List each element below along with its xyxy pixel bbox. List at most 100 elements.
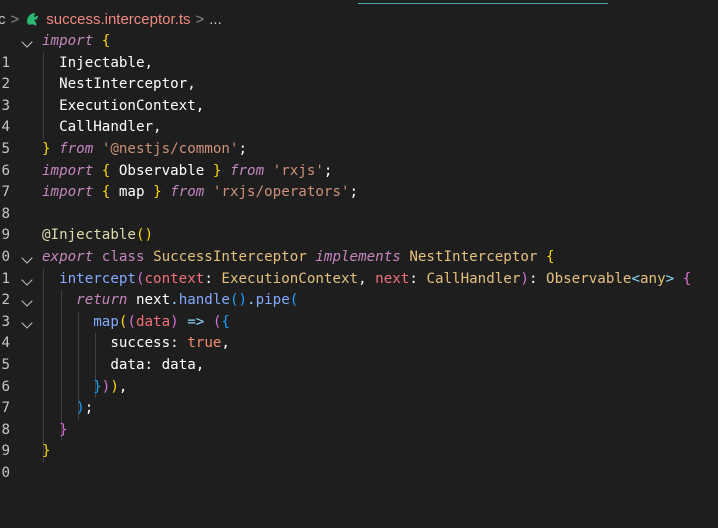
bracket: ( <box>289 292 299 309</box>
fold-chevron-icon[interactable] <box>21 295 33 307</box>
operator: < <box>631 270 641 287</box>
bracket: } <box>42 443 51 460</box>
identifier: ExecutionContext, <box>59 97 205 114</box>
code-line: 7 import { Observable } from 'rxjs'; <box>0 161 718 201</box>
punctuation: : <box>409 270 418 287</box>
code-line: 3 return next.handle().pipe( <box>0 290 718 330</box>
identifier: map <box>118 184 145 201</box>
keyword: class <box>101 248 145 265</box>
operator: > <box>665 270 675 287</box>
code-line: 1 export class SuccessInterceptor implem… <box>0 247 718 287</box>
class-name: SuccessInterceptor <box>153 248 307 265</box>
parameter: data <box>135 313 171 330</box>
fold-chevron-icon[interactable] <box>21 273 33 286</box>
code-line: 1 import { <box>0 31 718 71</box>
bracket: ) <box>76 400 85 417</box>
code-line: 6 } from '@nestjs/common'; <box>0 139 718 179</box>
punctuation: ; <box>84 400 94 417</box>
code-line: 8 ); <box>0 398 718 438</box>
punctuation: : <box>528 270 538 287</box>
function-name: pipe <box>255 292 290 309</box>
fold-chevron-icon[interactable] <box>21 252 33 264</box>
keyword: from <box>170 184 205 201</box>
identifier: NestInterceptor, <box>59 76 196 93</box>
bracket: } <box>153 184 162 201</box>
code-line: 9 } <box>0 420 718 460</box>
code-line: 0 @Injectable() <box>0 225 718 265</box>
punctuation: ; <box>349 184 359 201</box>
string: 'rxjs' <box>272 162 324 179</box>
string: '@nestjs/common' <box>101 140 239 157</box>
function-name: handle <box>178 292 230 309</box>
string: 'rxjs/operators' <box>212 184 350 201</box>
bracket: () <box>135 227 154 244</box>
code-line: 3 NestInterceptor, <box>0 74 718 114</box>
function-name: map <box>93 313 119 330</box>
breadcrumb: c > success.interceptor.ts > ... <box>0 8 222 30</box>
identifier: Observable <box>118 162 205 179</box>
code-line: 8 import { map } from 'rxjs/operators'; <box>0 182 718 222</box>
bracket: { <box>546 248 555 265</box>
bracket: ( <box>127 313 136 330</box>
type: Observable <box>546 270 632 287</box>
bracket: { <box>221 313 230 330</box>
punctuation: : <box>170 335 179 352</box>
keyword: from <box>229 162 265 179</box>
bracket: { <box>682 270 692 287</box>
identifier: data <box>161 356 196 373</box>
property-key: data <box>110 356 145 373</box>
breadcrumb-more[interactable]: ... <box>209 11 222 28</box>
type: any <box>640 270 666 287</box>
code-line: 5 CallHandler, <box>0 117 718 157</box>
bracket: } <box>42 140 51 157</box>
bracket: () <box>229 292 248 309</box>
nestjs-file-icon <box>24 10 42 28</box>
code-line: 6 data: data, <box>0 355 718 395</box>
tab-active-indicator <box>358 3 608 4</box>
operator: . <box>247 292 256 309</box>
bracket: } <box>93 378 102 395</box>
bracket: { <box>101 162 111 179</box>
code-line: 4 map((data) => ({ <box>0 312 718 352</box>
breadcrumb-separator: > <box>195 10 205 28</box>
code-editor[interactable]: 1 import { 2 Injectable, 3 NestIntercept… <box>0 31 718 481</box>
line-number: 0 <box>1 464 10 481</box>
function-name: intercept <box>59 270 136 287</box>
property-key: success <box>110 335 171 352</box>
type: ExecutionContext <box>221 270 359 287</box>
breadcrumb-file-name[interactable]: success.interceptor.ts <box>46 11 190 28</box>
boolean: true <box>187 335 222 352</box>
keyword: import <box>42 162 94 179</box>
breadcrumb-folder[interactable]: c <box>0 11 6 28</box>
fold-chevron-icon[interactable] <box>21 36 33 48</box>
keyword: return <box>76 292 128 309</box>
identifier: CallHandler, <box>59 119 162 136</box>
code-line: 9 <box>0 204 718 243</box>
fold-chevron-icon[interactable] <box>21 317 33 329</box>
keyword: import <box>42 184 94 201</box>
operator: . <box>170 292 179 309</box>
bracket: } <box>59 421 68 438</box>
bracket: ) <box>170 313 179 330</box>
identifier: Injectable, <box>59 54 154 71</box>
keyword: from <box>59 140 94 157</box>
operator: => <box>187 313 205 330</box>
code-line: 0 } <box>0 441 718 481</box>
code-line: 4 ExecutionContext, <box>0 96 718 136</box>
decorator: @Injectable <box>42 227 136 244</box>
keyword: import <box>42 33 94 49</box>
bracket: ) <box>110 378 119 395</box>
class-name: NestInterceptor <box>409 248 538 265</box>
punctuation: ; <box>238 140 248 157</box>
keyword: implements <box>315 248 401 265</box>
keyword: export <box>42 248 94 265</box>
bracket: { <box>101 184 111 201</box>
code-line: 2 intercept(context: ExecutionContext, n… <box>0 269 718 309</box>
parameter: context <box>144 270 205 287</box>
breadcrumb-separator: > <box>10 10 20 28</box>
punctuation: : <box>144 356 154 373</box>
punctuation: ; <box>323 162 333 179</box>
punctuation: , <box>195 356 205 373</box>
punctuation: , <box>358 270 367 287</box>
punctuation: : <box>204 270 213 287</box>
